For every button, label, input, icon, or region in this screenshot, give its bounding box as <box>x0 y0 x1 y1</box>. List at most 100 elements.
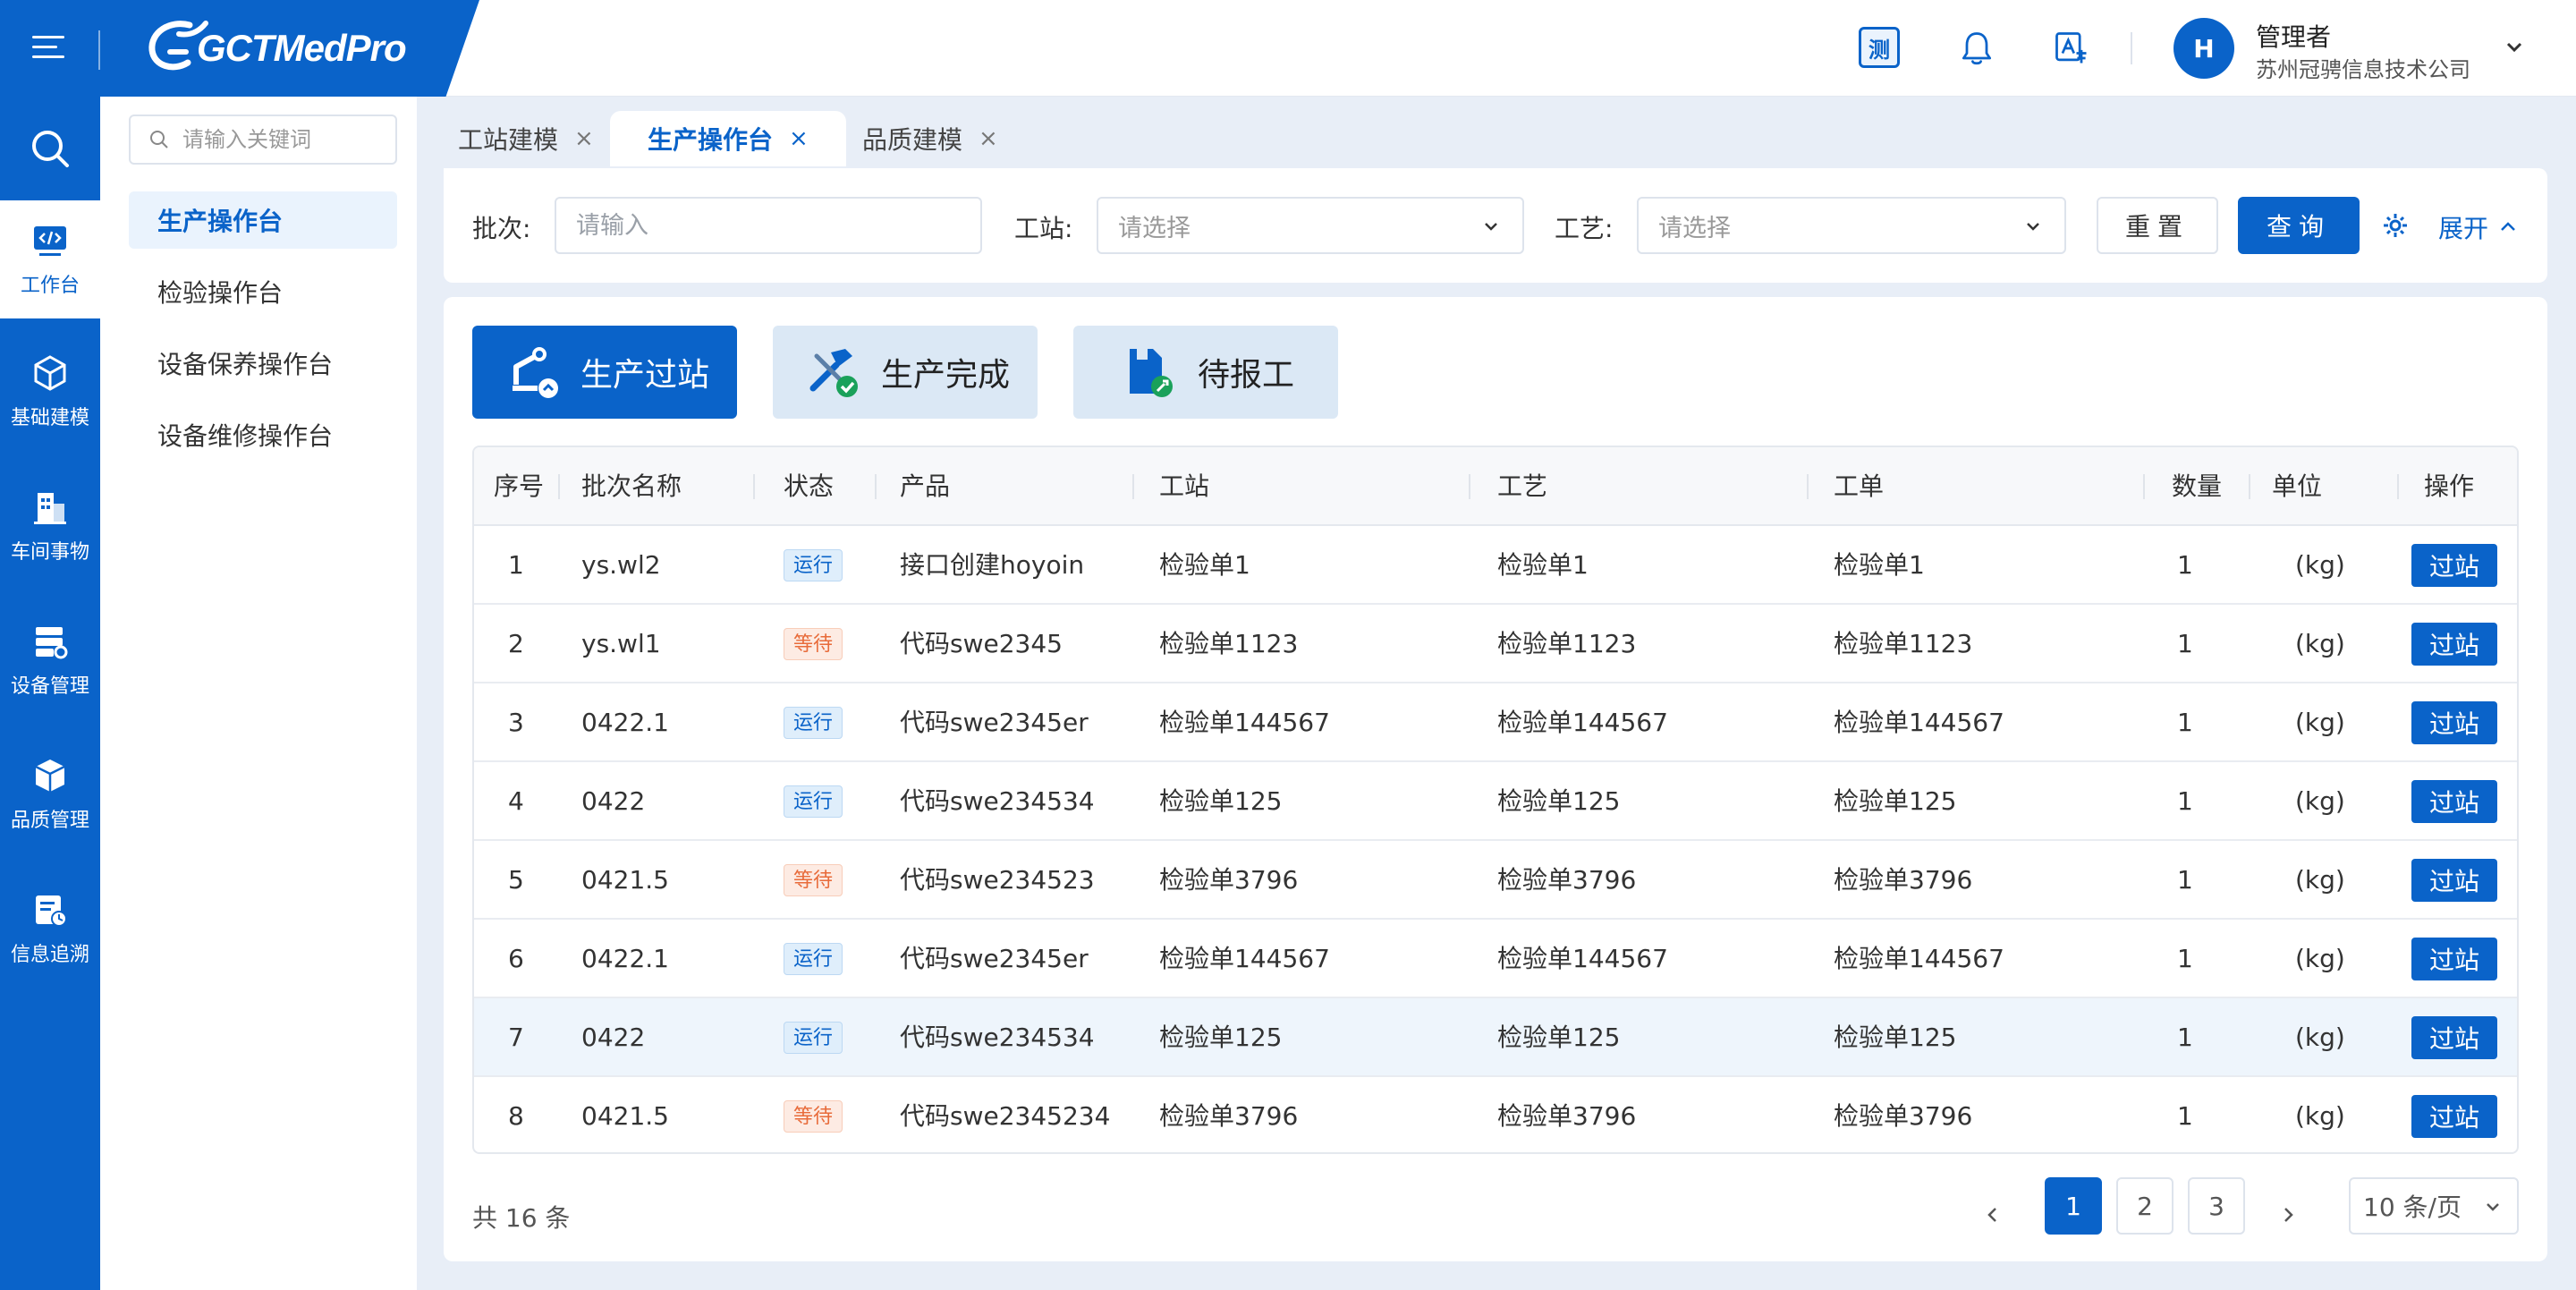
query-button[interactable]: 查询 <box>2238 197 2360 254</box>
status-badge: 运行 <box>784 1022 843 1054</box>
rail-item-workbench[interactable]: 工作台 <box>0 200 100 318</box>
close-icon[interactable]: × <box>979 125 998 152</box>
production-pass-button[interactable]: 生产过站 <box>472 326 737 419</box>
cube-icon <box>34 355 66 391</box>
bell-icon[interactable] <box>1955 27 1998 70</box>
rail-item-workshop[interactable]: 车间事物 <box>0 467 100 585</box>
cell-process: 检验单125 <box>1497 786 1621 816</box>
submenu-item-production[interactable]: 生产操作台 <box>129 191 397 249</box>
table-row[interactable]: 7 0422 代码swe234534 检验单125 检验单125 检验单125 1 (kg) 运… <box>474 998 2517 1077</box>
cell-qty: 1 <box>2177 708 2193 737</box>
status-badge: 等待 <box>784 1100 843 1133</box>
close-icon[interactable]: × <box>789 125 809 152</box>
process-label: 工艺: <box>1555 214 1614 243</box>
cell-unit: (kg) <box>2295 865 2345 895</box>
tools-check-icon <box>809 349 858 397</box>
cell-no: 4 <box>508 786 524 816</box>
menu-toggle-icon[interactable] <box>32 36 64 63</box>
table-row[interactable]: 2 ys.wl1 代码swe2345 检验单1123 检验单1123 检验单1123 1 (k… <box>474 605 2517 683</box>
cell-order: 检验单1 <box>1834 550 1925 580</box>
page-2-button[interactable]: 2 <box>2116 1177 2174 1235</box>
table-row[interactable]: 6 0422.1 代码swe2345er 检验单144567 检验单144567 检验单1… <box>474 920 2517 998</box>
pass-station-button[interactable]: 过站 <box>2411 623 2497 666</box>
cell-station: 检验单3796 <box>1159 1101 1299 1131</box>
cell-product: 代码swe2345234 <box>900 1101 1111 1131</box>
rail-item-equipment[interactable]: 设备管理 <box>0 601 100 719</box>
cell-order: 检验单3796 <box>1834 865 1973 895</box>
production-complete-button[interactable]: 生产完成 <box>773 326 1038 419</box>
rail-label: 设备管理 <box>10 675 89 698</box>
cell-qty: 1 <box>2177 786 2193 816</box>
submenu-item-inspection[interactable]: 检验操作台 <box>129 263 397 320</box>
cell-no: 1 <box>508 550 524 580</box>
pass-station-button[interactable]: 过站 <box>2411 938 2497 980</box>
user-name[interactable]: 管理者 <box>2256 18 2331 54</box>
rail-item-modeling[interactable]: 基础建模 <box>0 333 100 451</box>
chevron-left-icon[interactable] <box>1980 1202 2005 1227</box>
search-icon[interactable] <box>29 127 72 170</box>
tab-production-console[interactable]: 生产操作台 × <box>610 111 846 166</box>
batch-field <box>555 197 982 254</box>
box-icon <box>35 760 65 792</box>
pass-station-button[interactable]: 过站 <box>2411 1095 2497 1138</box>
chevron-right-icon[interactable] <box>2275 1202 2301 1227</box>
pass-station-button[interactable]: 过站 <box>2411 859 2497 902</box>
rail-item-quality[interactable]: 品质管理 <box>0 735 100 853</box>
cell-station: 检验单1 <box>1159 550 1250 580</box>
close-icon[interactable]: × <box>574 125 594 152</box>
pass-station-button[interactable]: 过站 <box>2411 544 2497 587</box>
pass-station-button[interactable]: 过站 <box>2411 780 2497 823</box>
action-label: 待报工 <box>1197 357 1294 394</box>
expand-toggle[interactable]: 展开 <box>2438 209 2519 245</box>
rail-label: 车间事物 <box>10 541 89 564</box>
nav-rail: 工作台 基础建模 车间事物 设备管理 品质管理 信息追溯 <box>0 97 100 1290</box>
tab-station-modeling[interactable]: 工站建模 × <box>444 111 608 166</box>
cell-batch: 0421.5 <box>581 1101 669 1131</box>
top-bar: GCTMedPro 测 H 管理者 苏州冠骋信息技术公司 <box>0 0 2576 97</box>
batch-input[interactable] <box>576 211 961 240</box>
cell-process: 检验单125 <box>1497 1023 1621 1052</box>
pending-report-button[interactable]: 待报工 <box>1073 326 1338 419</box>
test-env-icon[interactable]: 测 <box>1859 27 1900 68</box>
table-row[interactable]: 4 0422 代码swe234534 检验单125 检验单125 检验单125 1 (kg) 运… <box>474 762 2517 841</box>
total-count: 共 16 条 <box>472 1203 571 1233</box>
table-header: 序号 批次名称 状态 产品 工站 工艺 工单 数量 单位 操作 <box>474 447 2517 526</box>
col-batch: 批次名称 <box>581 471 682 501</box>
code-monitor-icon <box>34 226 66 256</box>
table-row[interactable]: 8 0421.5 代码swe2345234 检验单3796 检验单3796 检验单3796… <box>474 1077 2517 1152</box>
process-select[interactable]: 请选择 <box>1637 197 2066 254</box>
station-placeholder: 请选择 <box>1118 214 1191 242</box>
chevron-down-icon[interactable] <box>2501 34 2528 61</box>
tab-label: 品质建模 <box>862 125 963 155</box>
rail-item-trace[interactable]: 信息追溯 <box>0 870 100 988</box>
cell-batch: 0422.1 <box>581 944 669 973</box>
chevron-down-icon <box>2027 223 2039 231</box>
page-1-button[interactable]: 1 <box>2045 1177 2102 1235</box>
submenu-item-maintenance[interactable]: 设备保养操作台 <box>129 335 397 392</box>
pass-station-button[interactable]: 过站 <box>2411 1016 2497 1059</box>
robot-arm-icon <box>512 347 558 398</box>
gear-icon[interactable] <box>2381 211 2410 240</box>
station-select[interactable]: 请选择 <box>1097 197 1524 254</box>
translate-icon[interactable] <box>2050 27 2093 70</box>
cell-no: 7 <box>508 1023 524 1052</box>
submenu-search-input[interactable] <box>182 127 379 152</box>
pass-station-button[interactable]: 过站 <box>2411 701 2497 744</box>
table-row[interactable]: 3 0422.1 代码swe2345er 检验单144567 检验单144567 检验单1… <box>474 683 2517 762</box>
submenu-item-repair[interactable]: 设备维修操作台 <box>129 406 397 463</box>
tab-quality-modeling[interactable]: 品质建模 × <box>848 111 1013 166</box>
station-label: 工站: <box>1014 214 1073 243</box>
status-badge: 等待 <box>784 628 843 660</box>
reset-button[interactable]: 重置 <box>2097 197 2218 254</box>
avatar[interactable]: H <box>2174 18 2234 79</box>
cell-unit: (kg) <box>2295 708 2345 737</box>
page-3-button[interactable]: 3 <box>2188 1177 2245 1235</box>
table-row[interactable]: 1 ys.wl2 接口创建hoyoin 检验单1 检验单1 检验单1 1 (kg) 运行 过站 <box>474 526 2517 605</box>
cell-no: 2 <box>508 629 524 658</box>
chevron-up-icon <box>2501 222 2515 231</box>
cell-qty: 1 <box>2177 629 2193 658</box>
page-size-select[interactable]: 10 条/页 <box>2349 1177 2519 1235</box>
cell-order: 检验单125 <box>1834 786 1957 816</box>
table-row[interactable]: 5 0421.5 代码swe234523 检验单3796 检验单3796 检验单3796 1… <box>474 841 2517 920</box>
col-unit: 单位 <box>2272 471 2323 501</box>
